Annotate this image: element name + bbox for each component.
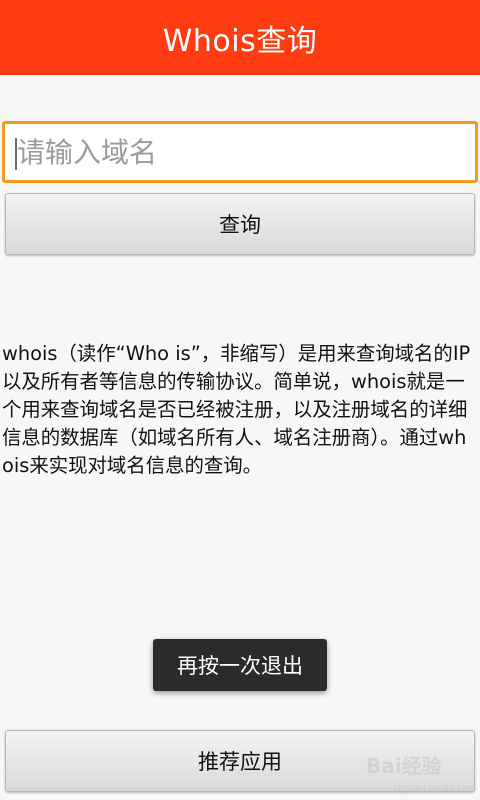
exit-toast: 再按一次退出 <box>153 639 327 691</box>
title-bar: Whois查询 <box>0 0 480 75</box>
watermark-subtext: jingyan.baidu.com <box>392 784 476 794</box>
domain-input[interactable] <box>2 121 478 183</box>
app-title: Whois查询 <box>162 23 318 59</box>
query-button[interactable]: 查询 <box>5 193 475 255</box>
baidu-jingyan-watermark: Bai经验 jingyan.baidu.com <box>358 742 476 794</box>
recommend-apps-label: 推荐应用 <box>198 750 282 774</box>
whois-description: whois（读作“Who is”，非缩写）是用来查询域名的IP以及所有者等信息的… <box>2 342 471 477</box>
text-cursor <box>15 138 17 170</box>
query-button-label: 查询 <box>219 213 261 237</box>
watermark-text: Bai经验 <box>366 754 442 778</box>
toast-text: 再按一次退出 <box>177 654 303 678</box>
